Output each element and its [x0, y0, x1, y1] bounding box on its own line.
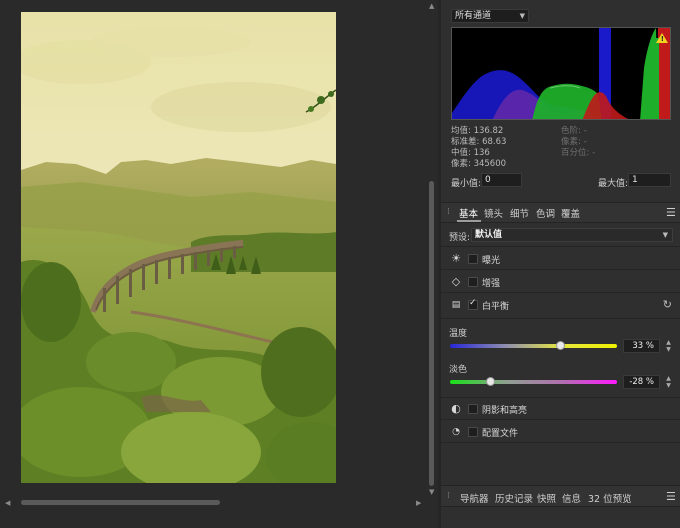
- max-input[interactable]: 1: [628, 173, 671, 187]
- panel-grip-icon[interactable]: ⁞: [447, 207, 451, 217]
- scroll-down-arrow-icon[interactable]: ▼: [429, 488, 434, 496]
- white-balance-icon: ▤: [451, 300, 461, 310]
- develop-tabs: ⁞ 基本 镜头 细节 色调 覆盖 ☰: [441, 202, 680, 223]
- scroll-left-arrow-icon[interactable]: ◀: [5, 499, 10, 507]
- panel-menu-icon[interactable]: ☰: [666, 491, 676, 502]
- bottom-panel-tabs: ⁞ 导航器 历史记录 快照 信息 32 位预览 ☰: [441, 485, 680, 507]
- channel-select[interactable]: 所有通道 ▼: [451, 9, 529, 23]
- tab-basic[interactable]: 基本: [459, 206, 478, 220]
- stat-percentile: 百分位: -: [561, 148, 596, 158]
- adjustment-exposure[interactable]: ☀ 曝光: [441, 248, 680, 270]
- stat-pixels: 像素: 345600: [451, 159, 507, 169]
- tint-stepper[interactable]: ▲ ▼: [664, 375, 673, 389]
- preset-select-value: 默认值: [475, 230, 503, 240]
- min-label: 最小值:: [451, 179, 482, 189]
- landscape-photo: [21, 12, 336, 483]
- diamond-icon: ◇: [451, 275, 461, 288]
- tint-label: 淡色: [449, 365, 468, 375]
- scroll-right-arrow-icon[interactable]: ▶: [416, 499, 421, 507]
- panel-grip-icon[interactable]: ⁞: [447, 491, 451, 501]
- scroll-up-arrow-icon[interactable]: ▲: [429, 2, 434, 10]
- panel-menu-icon[interactable]: ☰: [666, 207, 676, 218]
- white-balance-label: 白平衡: [482, 302, 510, 312]
- chevron-down-icon: ▼: [662, 231, 668, 239]
- tab-tone[interactable]: 色调: [536, 206, 555, 220]
- white-balance-checkbox[interactable]: [468, 298, 478, 310]
- vertical-scrollbar-thumb[interactable]: [429, 181, 434, 486]
- exposure-label: 曝光: [482, 256, 501, 266]
- reset-icon[interactable]: ↻: [663, 298, 672, 311]
- temperature-slider-thumb[interactable]: [555, 341, 565, 350]
- photo-canvas[interactable]: [21, 12, 336, 483]
- develop-panel: 所有通道 ▼ ! 均值: 136.82 标准差: 68.63 中值: 136 像…: [441, 0, 680, 528]
- tint-value-input[interactable]: -28 %: [623, 375, 660, 389]
- min-input[interactable]: 0: [481, 173, 522, 187]
- histogram-graph: !: [451, 27, 671, 120]
- tint-slider-track[interactable]: [450, 380, 617, 384]
- preset-row: 预设: 默认值 ▼: [441, 226, 680, 244]
- shadows-highlights-label: 阴影和高亮: [482, 406, 528, 416]
- tab-32bit-preview[interactable]: 32 位预览: [588, 491, 632, 505]
- tab-lens[interactable]: 镜头: [484, 206, 503, 220]
- chevron-down-icon: ▼: [519, 12, 525, 20]
- preset-select[interactable]: 默认值 ▼: [471, 228, 673, 242]
- temperature-stepper[interactable]: ▲ ▼: [664, 339, 673, 353]
- tab-history[interactable]: 历史记录: [495, 491, 533, 505]
- sun-icon: ☀: [451, 252, 461, 265]
- shadows-highlights-checkbox[interactable]: [468, 404, 478, 414]
- tint-slider-thumb[interactable]: [485, 377, 495, 386]
- preset-label: 预设:: [449, 233, 471, 243]
- adjustment-enhance[interactable]: ◇ 增强: [441, 271, 680, 293]
- temperature-slider-track[interactable]: [450, 344, 617, 348]
- adjustment-profile[interactable]: ◔ 配置文件: [441, 421, 680, 443]
- tab-snapshots[interactable]: 快照: [537, 491, 556, 505]
- tab-overlay[interactable]: 覆盖: [561, 206, 580, 220]
- half-circle-icon: ◐: [451, 402, 461, 415]
- active-tab-indicator: [457, 220, 481, 222]
- tab-info[interactable]: 信息: [562, 491, 581, 505]
- channel-select-value: 所有通道: [455, 11, 492, 21]
- tab-detail[interactable]: 细节: [510, 206, 529, 220]
- max-label: 最大值:: [598, 179, 629, 189]
- enhance-label: 增强: [482, 279, 501, 289]
- profile-label: 配置文件: [482, 429, 519, 439]
- temperature-value-input[interactable]: 33 %: [623, 339, 660, 353]
- enhance-checkbox[interactable]: [468, 277, 478, 287]
- clipping-warning-mark: !: [660, 35, 664, 43]
- profile-shapes-icon: ◔: [452, 427, 460, 437]
- canvas-area[interactable]: ▲ ▼ ◀ ▶: [0, 0, 438, 528]
- temperature-label: 温度: [449, 329, 468, 339]
- adjustment-white-balance[interactable]: ▤ 白平衡 ↻: [441, 294, 680, 316]
- adjustment-shadows-highlights[interactable]: ◐ 阴影和高亮: [441, 398, 680, 420]
- tab-navigator[interactable]: 导航器: [460, 491, 489, 505]
- horizontal-scrollbar-thumb[interactable]: [21, 500, 220, 505]
- exposure-checkbox[interactable]: [468, 254, 478, 264]
- profile-checkbox[interactable]: [468, 427, 478, 437]
